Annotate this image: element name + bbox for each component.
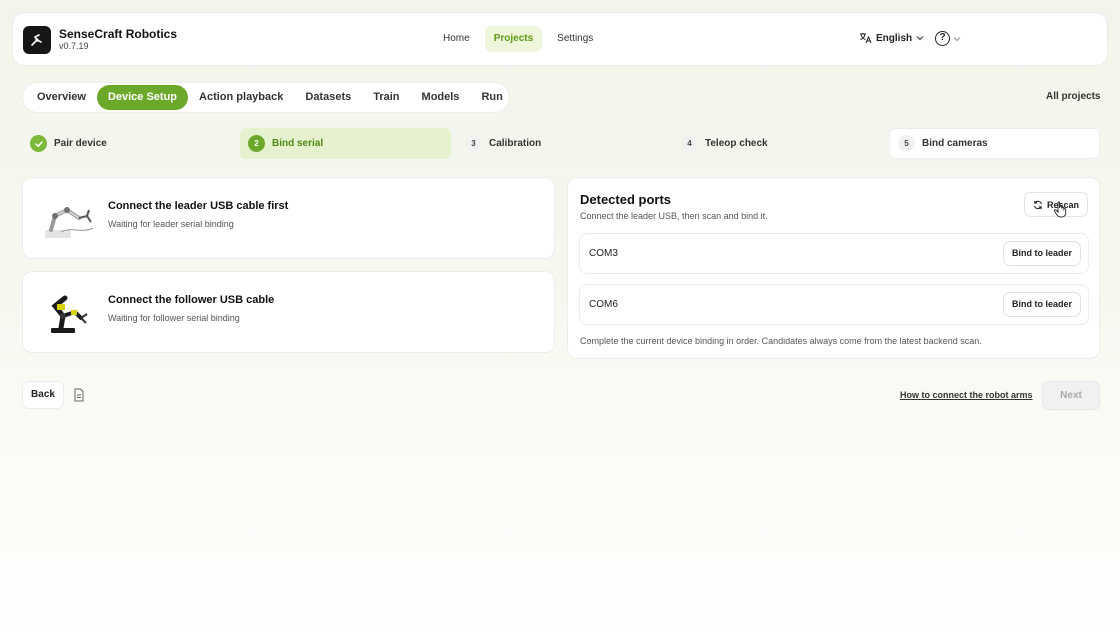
bind-to-leader-button[interactable]: Bind to leader xyxy=(1002,292,1081,317)
help-menu[interactable]: ? xyxy=(935,31,961,46)
check-icon xyxy=(30,135,47,152)
bind-to-leader-button[interactable]: Bind to leader xyxy=(1002,241,1081,266)
app-name: SenseCraft Robotics xyxy=(59,27,178,41)
tab-train[interactable]: Train xyxy=(362,85,410,110)
step-label: Bind cameras xyxy=(922,138,988,149)
leader-device-card: Connect the leader USB cable first Waiti… xyxy=(22,177,555,259)
step-number: 4 xyxy=(681,135,698,152)
help-circle-icon: ? xyxy=(935,31,950,46)
nav-home[interactable]: Home xyxy=(434,26,479,52)
tab-overview[interactable]: Overview xyxy=(26,85,97,110)
tab-models[interactable]: Models xyxy=(411,85,471,110)
robot-arm-icon xyxy=(51,295,88,333)
project-tabs: Overview Device Setup Action playback Da… xyxy=(22,82,510,113)
step-number: 5 xyxy=(898,135,915,152)
app-logo-icon[interactable] xyxy=(23,26,51,54)
top-bar: SenseCraft Robotics v0.7.19 Home Project… xyxy=(12,12,1108,66)
device-status: Waiting for leader serial binding xyxy=(108,219,234,229)
port-row: COM6 Bind to leader xyxy=(579,284,1089,325)
step-bind-cameras[interactable]: 5 Bind cameras xyxy=(889,128,1100,159)
app-version: v0.7.19 xyxy=(59,41,89,51)
language-selector[interactable]: English xyxy=(859,32,924,44)
language-label: English xyxy=(876,32,913,44)
tab-action-playback[interactable]: Action playback xyxy=(188,85,294,110)
how-to-connect-link[interactable]: How to connect the robot arms xyxy=(900,390,1033,400)
tab-run[interactable]: Run xyxy=(470,85,513,110)
step-bind-serial[interactable]: 2 Bind serial xyxy=(240,128,451,159)
translate-icon xyxy=(860,33,872,44)
all-projects-link[interactable]: All projects xyxy=(1046,91,1100,102)
nav-settings[interactable]: Settings xyxy=(548,26,602,52)
step-number: 2 xyxy=(248,135,265,152)
step-number: 3 xyxy=(465,135,482,152)
step-calibration[interactable]: 3 Calibration xyxy=(457,128,667,159)
port-name: COM6 xyxy=(589,299,618,310)
ports-title: Detected ports xyxy=(580,192,672,207)
tab-datasets[interactable]: Datasets xyxy=(294,85,362,110)
document-icon[interactable] xyxy=(73,388,85,402)
refresh-icon xyxy=(1033,200,1043,209)
port-row: COM3 Bind to leader xyxy=(579,233,1089,274)
device-status: Waiting for follower serial binding xyxy=(108,313,240,323)
detected-ports-panel: Detected ports Connect the leader USB, t… xyxy=(567,177,1100,359)
port-name: COM3 xyxy=(589,248,618,259)
device-title: Connect the follower USB cable xyxy=(108,294,275,306)
step-label: Bind serial xyxy=(272,138,324,149)
brand: SenseCraft Robotics v0.7.19 xyxy=(59,27,177,52)
device-title: Connect the leader USB cable first xyxy=(108,200,289,212)
tab-device-setup[interactable]: Device Setup xyxy=(96,85,189,110)
step-teleop-check[interactable]: 4 Teleop check xyxy=(673,128,883,159)
step-pair-device[interactable]: Pair device xyxy=(22,128,228,159)
next-button[interactable]: Next xyxy=(1042,381,1100,410)
step-label: Calibration xyxy=(489,138,542,149)
chevron-down-icon xyxy=(916,36,924,41)
follower-device-card: Connect the follower USB cable Waiting f… xyxy=(22,271,555,353)
back-button[interactable]: Back xyxy=(22,381,64,409)
chevron-down-icon xyxy=(953,36,961,41)
ports-footer-note: Complete the current device binding in o… xyxy=(580,336,982,346)
ports-subtitle: Connect the leader USB, then scan and bi… xyxy=(580,211,768,221)
hand-pointer-icon xyxy=(1053,201,1067,218)
nav-projects[interactable]: Projects xyxy=(484,26,543,52)
robot-arm-icon xyxy=(45,207,94,238)
main-nav: Home Projects Settings xyxy=(434,26,602,52)
step-label: Pair device xyxy=(54,138,107,149)
step-label: Teleop check xyxy=(705,138,768,149)
